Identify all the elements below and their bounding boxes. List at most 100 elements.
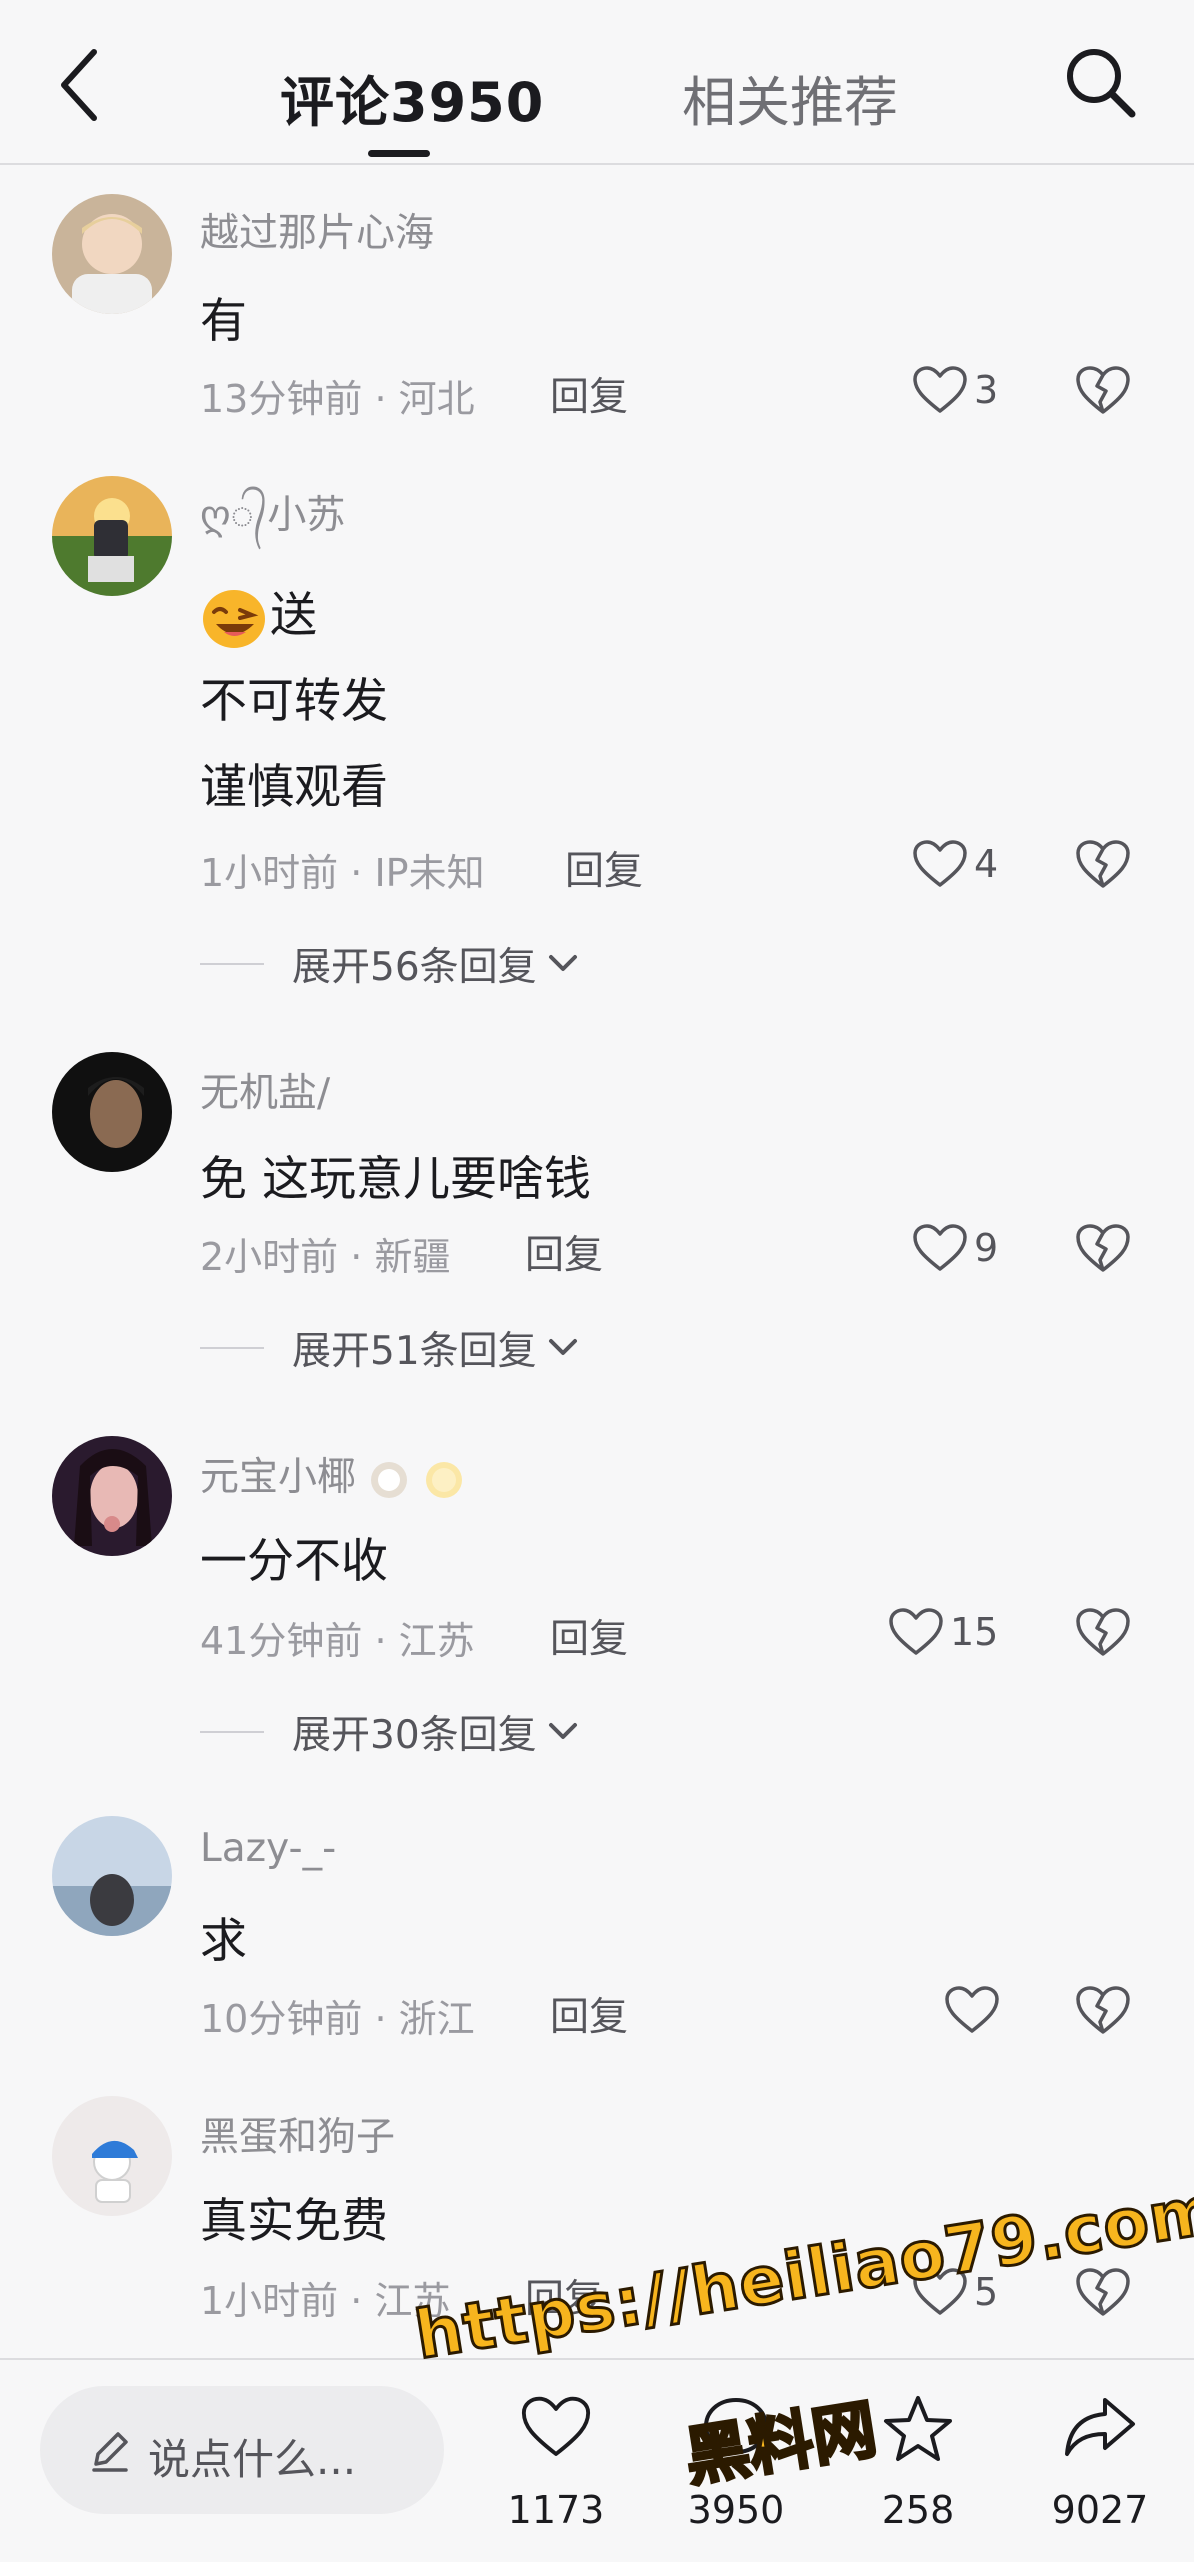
tab-comments[interactable]: 评论3950 bbox=[280, 58, 544, 137]
comment-username[interactable]: 黑蛋和狗子 bbox=[200, 2106, 395, 2162]
share-button[interactable]: 9027 bbox=[1020, 2384, 1180, 2544]
divider bbox=[200, 1731, 264, 1733]
avatar[interactable] bbox=[52, 1816, 172, 1936]
like-button[interactable]: 15 bbox=[888, 1602, 998, 1662]
dislike-button[interactable] bbox=[1075, 1222, 1131, 1278]
dislike-button[interactable] bbox=[1075, 2266, 1131, 2322]
avatar[interactable] bbox=[52, 194, 172, 314]
comment-meta: 1小时前 · 江苏 bbox=[200, 2270, 450, 2325]
meta-separator: · bbox=[350, 851, 375, 895]
like-count: 15 bbox=[950, 1610, 999, 1654]
share-arrow-icon bbox=[1065, 2398, 1135, 2456]
broken-heart-icon bbox=[1076, 2268, 1130, 2316]
chevron-down-icon bbox=[548, 955, 577, 971]
heart-outline-icon bbox=[913, 840, 967, 887]
comment-input[interactable]: 说点什么... bbox=[40, 2386, 444, 2514]
like-count: 1173 bbox=[507, 2488, 605, 2532]
comment-text: 送 bbox=[200, 576, 317, 650]
expand-replies-label: 展开51条回复 bbox=[292, 1329, 537, 1374]
like-button[interactable]: 5 bbox=[912, 2262, 998, 2322]
comment-count: 3950 bbox=[687, 2488, 785, 2532]
comment-username[interactable]: 元宝小椰 bbox=[200, 1446, 465, 1502]
reply-button[interactable]: 回复 bbox=[525, 1224, 603, 1280]
expand-replies-label: 展开30条回复 bbox=[292, 1713, 537, 1758]
comment-time: 2小时前 bbox=[200, 1235, 339, 1279]
comment-text-line: 不可转发 bbox=[200, 674, 388, 729]
comment-username[interactable]: 无机盐/ bbox=[200, 1062, 330, 1118]
dislike-button[interactable] bbox=[1075, 1606, 1131, 1662]
comment-button[interactable]: 3950 bbox=[656, 2384, 816, 2544]
like-count: 3 bbox=[974, 368, 999, 412]
like-button[interactable]: 3 bbox=[912, 360, 998, 420]
heart-outline-icon bbox=[913, 2268, 967, 2315]
comment-input-placeholder: 说点什么... bbox=[148, 2435, 357, 2484]
search-button[interactable] bbox=[1060, 42, 1140, 122]
divider bbox=[200, 1347, 264, 1349]
avatar[interactable] bbox=[52, 2096, 172, 2216]
reply-button[interactable]: 回复 bbox=[525, 2268, 603, 2324]
comment-username[interactable]: ღ᭄小苏 bbox=[200, 484, 345, 557]
heart-outline-icon bbox=[889, 1608, 943, 1655]
like-video-button[interactable]: 1173 bbox=[476, 2384, 636, 2544]
reply-button[interactable]: 回复 bbox=[550, 1986, 628, 2042]
like-button[interactable]: 4 bbox=[912, 834, 998, 894]
comment-username[interactable]: Lazy-_- bbox=[200, 1826, 336, 1871]
reply-button[interactable]: 回复 bbox=[550, 1608, 628, 1664]
comment-username[interactable]: 越过那片心海 bbox=[200, 202, 434, 258]
reply-button[interactable]: 回复 bbox=[550, 366, 628, 422]
comment-text-line: 谨慎观看 bbox=[200, 760, 388, 815]
comment-time: 41分钟前 bbox=[200, 1619, 363, 1663]
comment-time: 13分钟前 bbox=[200, 377, 363, 421]
share-count: 9027 bbox=[1051, 2488, 1149, 2532]
bottom-action-bar: 说点什么... 1173 3950 258 9027 bbox=[0, 2358, 1194, 2562]
chevron-down-icon bbox=[548, 1339, 577, 1355]
pencil-icon bbox=[92, 2432, 128, 2472]
comment-time: 1小时前 bbox=[200, 851, 339, 895]
comment-location: IP未知 bbox=[374, 851, 485, 895]
like-count: 5 bbox=[974, 2270, 999, 2314]
comment-bubble-icon bbox=[704, 2398, 768, 2458]
tab-related-recommendations[interactable]: 相关推荐 bbox=[682, 58, 898, 137]
meta-separator: · bbox=[374, 377, 399, 421]
expand-replies-label: 展开56条回复 bbox=[292, 945, 537, 990]
meta-separator: · bbox=[350, 1235, 375, 1279]
coconut-emoji-icon bbox=[371, 1461, 408, 1498]
comment-text: 免 这玩意儿要啥钱 bbox=[200, 1152, 591, 1207]
comment-text: 求 bbox=[200, 1914, 247, 1969]
comment-meta: 41分钟前 · 江苏 bbox=[200, 1610, 475, 1665]
reply-button[interactable]: 回复 bbox=[565, 840, 643, 896]
dislike-button[interactable] bbox=[1075, 1984, 1131, 2040]
expand-replies-button[interactable]: 展开51条回复 bbox=[200, 1320, 583, 1376]
like-count: 9 bbox=[974, 1226, 999, 1270]
comment-meta: 13分钟前 · 河北 bbox=[200, 368, 475, 423]
comment-text: 真实免费 bbox=[200, 2194, 388, 2249]
comment-meta: 2小时前 · 新疆 bbox=[200, 1226, 450, 1281]
avatar[interactable] bbox=[52, 1052, 172, 1172]
expand-replies-button[interactable]: 展开30条回复 bbox=[200, 1704, 583, 1760]
heart-outline-icon bbox=[521, 2396, 591, 2456]
broken-heart-icon bbox=[1076, 1986, 1130, 2034]
comment-text: 有 bbox=[200, 294, 247, 349]
divider bbox=[200, 963, 264, 965]
meta-separator: · bbox=[374, 1619, 399, 1663]
meta-separator: · bbox=[374, 1997, 399, 2041]
back-button[interactable] bbox=[50, 40, 130, 140]
laughing-face-emoji-icon bbox=[203, 589, 265, 648]
comment-time: 1小时前 bbox=[200, 2279, 339, 2323]
broken-heart-icon bbox=[1076, 840, 1130, 888]
avatar[interactable] bbox=[52, 1436, 172, 1556]
star-icon bbox=[884, 2396, 952, 2461]
dislike-button[interactable] bbox=[1075, 838, 1131, 894]
gold-coin-emoji-icon bbox=[425, 1461, 462, 1498]
chevron-left-icon bbox=[61, 49, 97, 121]
favorite-count: 258 bbox=[881, 2488, 955, 2532]
like-count: 4 bbox=[974, 842, 999, 886]
dislike-button[interactable] bbox=[1075, 364, 1131, 420]
avatar[interactable] bbox=[52, 476, 172, 596]
expand-replies-button[interactable]: 展开56条回复 bbox=[200, 936, 583, 992]
comment-location: 河北 bbox=[398, 377, 475, 421]
meta-separator: · bbox=[350, 2279, 375, 2323]
like-button[interactable]: 9 bbox=[912, 1218, 998, 1278]
like-button[interactable] bbox=[944, 1980, 1006, 2040]
favorite-button[interactable]: 258 bbox=[838, 2384, 998, 2544]
